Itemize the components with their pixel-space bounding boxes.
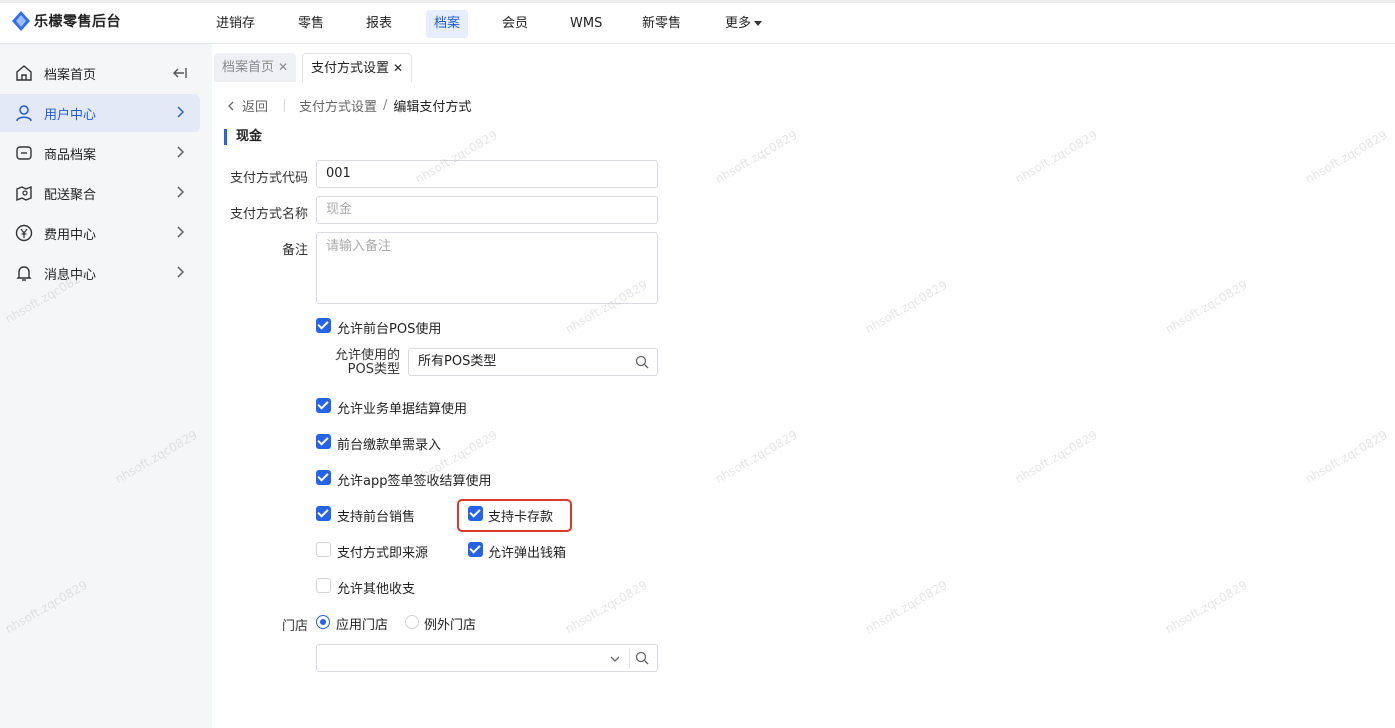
sidebar-item-user-center[interactable]: 用户中心: [0, 94, 200, 132]
nav-archive[interactable]: 档案: [426, 10, 469, 38]
tab-label: 档案首页: [222, 60, 275, 75]
breadcrumb: 返回 支付方式设置 / 编辑支付方式: [226, 96, 471, 115]
sidebar-item-message-center[interactable]: 消息中心: [0, 254, 200, 292]
sidebar: 档案首页 用户中心 商品档案 配送聚合 费用中心 消息中心: [0, 44, 212, 728]
nav-wms[interactable]: WMS: [562, 10, 610, 38]
exclude-store-radio[interactable]: [405, 615, 419, 629]
cash-drawer-checkbox[interactable]: [468, 542, 483, 557]
other-income-label: 允许其他收支: [337, 582, 416, 597]
sidebar-item-archive-home[interactable]: 档案首页: [0, 54, 200, 92]
sidebar-item-fee-center[interactable]: 费用中心: [0, 214, 200, 252]
pos-type-label: 允许使用的 POS类型: [318, 349, 400, 377]
top-navigation-bar: 乐檬零售后台 进销存 零售 报表 档案 会员 WMS 新零售 更多: [0, 0, 1395, 44]
nav-retail[interactable]: 零售: [290, 10, 332, 38]
store-select[interactable]: [316, 644, 658, 672]
nav-more-label: 更多: [725, 16, 752, 31]
user-icon: [16, 105, 32, 122]
bell-icon: [16, 266, 32, 281]
sidebar-item-label: 消息中心: [44, 268, 97, 283]
chevron-right-icon: [177, 226, 184, 238]
pos-type-label-line-2: POS类型: [347, 362, 400, 377]
breadcrumb-current: 编辑支付方式: [393, 100, 472, 115]
app-logo[interactable]: 乐檬零售后台: [12, 11, 121, 31]
yen-icon: [15, 224, 33, 242]
apply-store-radio[interactable]: [316, 615, 330, 629]
breadcrumb-separator: /: [383, 98, 388, 113]
allow-app-label: 允许app签单签收结算使用: [337, 474, 492, 489]
breadcrumb-divider: [284, 99, 286, 112]
section-title: 现金: [224, 129, 262, 145]
front-payment-label: 前台缴款单需录入: [337, 438, 442, 453]
select-divider: [629, 648, 630, 668]
chevron-right-icon: [177, 146, 184, 158]
exclude-store-label: 例外门店: [424, 618, 477, 633]
sidebar-item-label: 档案首页: [44, 68, 97, 83]
pos-type-value: 所有POS类型: [418, 354, 497, 369]
close-icon[interactable]: ✕: [278, 60, 288, 74]
front-sales-checkbox[interactable]: [316, 506, 331, 521]
chevron-left-icon: [228, 101, 234, 110]
is-source-label: 支付方式即来源: [337, 546, 429, 561]
store-label: 门店: [281, 619, 308, 634]
front-sales-label: 支持前台销售: [337, 510, 416, 525]
back-link[interactable]: 返回: [226, 96, 268, 115]
collapse-sidebar-icon[interactable]: [172, 66, 188, 80]
nav-reports[interactable]: 报表: [358, 10, 400, 38]
sidebar-item-product-archive[interactable]: 商品档案: [0, 134, 200, 172]
allow-business-checkbox[interactable]: [316, 398, 331, 413]
breadcrumb-parent[interactable]: 支付方式设置: [299, 96, 377, 115]
sidebar-item-label: 配送聚合: [44, 188, 97, 203]
other-income-checkbox[interactable]: [316, 578, 331, 593]
name-label: 支付方式名称: [229, 207, 308, 222]
apply-store-label: 应用门店: [336, 618, 389, 633]
allow-business-label: 允许业务单据结算使用: [337, 402, 468, 417]
back-label: 返回: [242, 100, 269, 115]
tab-label: 支付方式设置: [311, 61, 390, 76]
highlight-box: [457, 499, 572, 532]
front-payment-checkbox[interactable]: [316, 434, 331, 449]
nav-inventory[interactable]: 进销存: [208, 10, 263, 38]
name-input[interactable]: 现金: [316, 196, 658, 224]
sidebar-item-label: 商品档案: [44, 148, 97, 163]
delivery-icon: [16, 185, 32, 202]
caret-down-icon: [754, 21, 763, 26]
home-icon: [16, 65, 32, 81]
product-icon: [16, 146, 32, 160]
remark-label: 备注: [281, 243, 308, 258]
logo-icon: [12, 11, 30, 31]
cash-drawer-label: 允许弹出钱箱: [488, 546, 567, 561]
allow-pos-label: 允许前台POS使用: [337, 322, 442, 337]
sidebar-item-label: 用户中心: [44, 108, 97, 123]
nav-more[interactable]: 更多: [717, 10, 770, 38]
allow-pos-checkbox[interactable]: [316, 318, 331, 333]
tab-archive-home[interactable]: 档案首页 ✕: [214, 53, 297, 82]
chevron-right-icon: [177, 106, 184, 118]
tab-payment-settings[interactable]: 支付方式设置 ✕: [302, 53, 413, 82]
nav-member[interactable]: 会员: [494, 10, 536, 38]
chevron-down-icon[interactable]: [609, 654, 621, 664]
is-source-checkbox[interactable]: [316, 542, 331, 557]
pos-type-select[interactable]: 所有POS类型: [408, 348, 658, 376]
page-tab-bar: 档案首页 ✕ 支付方式设置 ✕: [212, 44, 1395, 82]
pos-type-label-line-1: 允许使用的: [334, 348, 400, 363]
remark-textarea[interactable]: 请输入备注: [316, 232, 658, 304]
search-icon[interactable]: [635, 355, 649, 369]
search-icon[interactable]: [635, 651, 649, 665]
close-icon[interactable]: ✕: [393, 61, 403, 75]
sidebar-item-delivery[interactable]: 配送聚合: [0, 174, 200, 212]
app-title: 乐檬零售后台: [34, 14, 121, 30]
sidebar-item-label: 费用中心: [44, 228, 97, 243]
code-label: 支付方式代码: [229, 171, 308, 186]
chevron-right-icon: [177, 186, 184, 198]
nav-new-retail[interactable]: 新零售: [634, 10, 689, 38]
code-input[interactable]: 001: [316, 160, 658, 188]
chevron-right-icon: [177, 266, 184, 278]
allow-app-checkbox[interactable]: [316, 470, 331, 485]
